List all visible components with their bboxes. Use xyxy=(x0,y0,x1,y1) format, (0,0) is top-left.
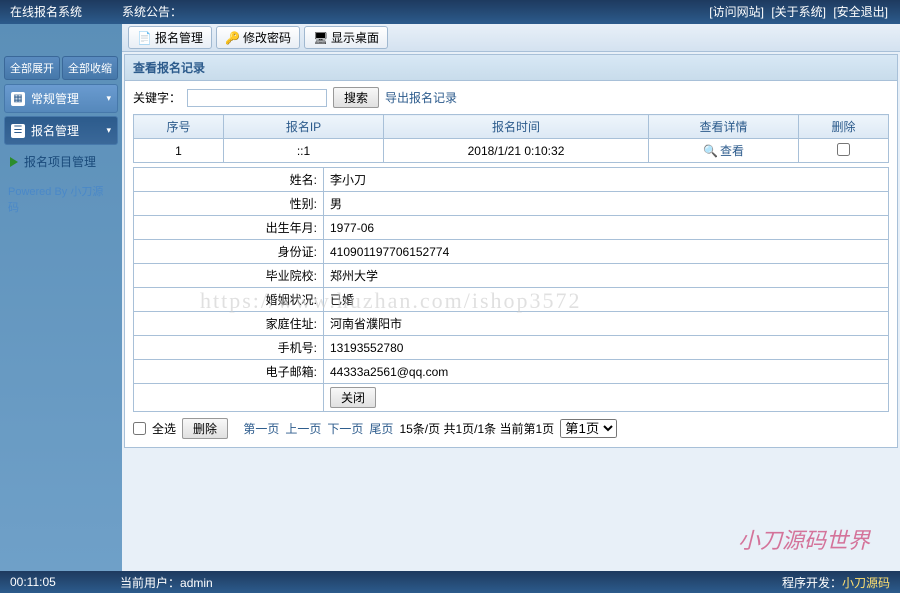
export-link[interactable]: 导出报名记录 xyxy=(385,89,457,106)
table-row: 1 ::1 2018/1/21 0:10:32 🔍查看 xyxy=(134,139,889,163)
val-email: 44333a2561@qq.com xyxy=(324,360,889,384)
close-detail-button[interactable]: 关闭 xyxy=(330,387,376,408)
keyword-input[interactable] xyxy=(187,89,327,107)
app-header: 在线报名系统 系统公告： [访问网站] [关于系统] [安全退出] xyxy=(0,0,900,24)
toolbar: 📄报名管理 🔑修改密码 🖥显示桌面 xyxy=(122,24,900,52)
lbl-addr: 家庭住址: xyxy=(134,312,324,336)
dev-link[interactable]: 小刀源码 xyxy=(842,576,890,590)
val-mobile: 13193552780 xyxy=(324,336,889,360)
sidebar: 全部展开 全部收缩 ▦ 常规管理 ▾ ☰ 报名管理 ▾ 报名项目管理 Power… xyxy=(0,24,122,571)
col-ip: 报名IP xyxy=(224,115,384,139)
row-delete-checkbox[interactable] xyxy=(837,143,850,156)
chevron-down-icon: ▾ xyxy=(106,125,111,136)
lbl-name: 姓名: xyxy=(134,168,324,192)
about-link[interactable]: [关于系统] xyxy=(771,5,826,19)
val-id: 410901197706152774 xyxy=(324,240,889,264)
desktop-icon: 🖥 xyxy=(313,31,327,45)
page-last[interactable]: 尾页 xyxy=(369,420,393,437)
sidebar-item-project[interactable]: 报名项目管理 xyxy=(4,148,118,175)
lbl-id: 身份证: xyxy=(134,240,324,264)
detail-table: 姓名:李小刀 性别:男 出生年月:1977-06 身份证:41090119770… xyxy=(133,167,889,412)
delete-selected-button[interactable]: 删除 xyxy=(182,418,228,439)
page-prev[interactable]: 上一页 xyxy=(285,420,321,437)
content-area: 查看报名记录 关键字： 搜索 导出报名记录 序号 报名IP 报名时间 查看详情 … xyxy=(122,52,900,571)
sidebar-item-label: 报名项目管理 xyxy=(24,153,96,170)
sidebar-item-label: 常规管理 xyxy=(31,90,79,107)
powered-by: Powered By 小刀源码 xyxy=(4,183,118,215)
change-password-button[interactable]: 🔑修改密码 xyxy=(216,26,300,49)
view-detail-link[interactable]: 🔍查看 xyxy=(703,142,744,159)
val-addr: 河南省濮阳市 xyxy=(324,312,889,336)
search-row: 关键字： 搜索 导出报名记录 xyxy=(133,87,889,108)
app-title: 在线报名系统 xyxy=(10,0,82,24)
records-table: 序号 报名IP 报名时间 查看详情 删除 1 ::1 2018/1/21 0:1… xyxy=(133,114,889,163)
collapse-all-button[interactable]: 全部收缩 xyxy=(62,56,118,80)
footer: 00:11:05 当前用户：admin 程序开发：小刀源码 xyxy=(0,571,900,593)
show-desktop-button[interactable]: 🖥显示桌面 xyxy=(304,26,388,49)
keyword-label: 关键字： xyxy=(133,89,181,106)
page-info: 15条/页 共1页/1条 当前第1页 xyxy=(399,420,554,437)
col-del: 删除 xyxy=(799,115,889,139)
val-marital: 已婚 xyxy=(324,288,889,312)
val-name: 李小刀 xyxy=(324,168,889,192)
chevron-down-icon: ▾ xyxy=(106,93,111,104)
page-first[interactable]: 第一页 xyxy=(243,420,279,437)
panel-title: 查看报名记录 xyxy=(124,54,898,81)
select-all-checkbox[interactable] xyxy=(133,422,146,435)
lbl-email: 电子邮箱: xyxy=(134,360,324,384)
val-school: 郑州大学 xyxy=(324,264,889,288)
sidebar-item-signup[interactable]: ☰ 报名管理 ▾ xyxy=(4,116,118,145)
page-select[interactable]: 第1页 xyxy=(560,419,617,438)
doc-icon: 📄 xyxy=(137,31,151,45)
footer-user: 当前用户：admin xyxy=(120,574,213,591)
search-button[interactable]: 搜索 xyxy=(333,87,379,108)
list-icon: ☰ xyxy=(11,124,25,138)
key-icon: 🔑 xyxy=(225,31,239,45)
lbl-marital: 婚姻状况: xyxy=(134,288,324,312)
select-all-label: 全选 xyxy=(152,420,176,437)
lbl-school: 毕业院校: xyxy=(134,264,324,288)
play-icon xyxy=(10,157,18,167)
expand-all-button[interactable]: 全部展开 xyxy=(4,56,60,80)
page-next[interactable]: 下一页 xyxy=(327,420,363,437)
signup-mgmt-button[interactable]: 📄报名管理 xyxy=(128,26,212,49)
lbl-sex: 性别: xyxy=(134,192,324,216)
folder-icon: ▦ xyxy=(11,92,25,106)
announce-label: 系统公告： xyxy=(122,0,182,24)
col-seq: 序号 xyxy=(134,115,224,139)
footer-time: 00:11:05 xyxy=(10,575,120,589)
footer-dev: 程序开发：小刀源码 xyxy=(782,574,890,591)
visit-site-link[interactable]: [访问网站] xyxy=(709,5,764,19)
col-detail: 查看详情 xyxy=(649,115,799,139)
sidebar-item-general[interactable]: ▦ 常规管理 ▾ xyxy=(4,84,118,113)
lbl-birth: 出生年月: xyxy=(134,216,324,240)
pager: 全选 删除 第一页 上一页 下一页 尾页 15条/页 共1页/1条 当前第1页 … xyxy=(133,418,889,439)
logout-link[interactable]: [安全退出] xyxy=(833,5,888,19)
sidebar-item-label: 报名管理 xyxy=(31,122,79,139)
val-sex: 男 xyxy=(324,192,889,216)
lbl-mobile: 手机号: xyxy=(134,336,324,360)
col-time: 报名时间 xyxy=(384,115,649,139)
val-birth: 1977-06 xyxy=(324,216,889,240)
magnifier-icon: 🔍 xyxy=(703,144,718,158)
